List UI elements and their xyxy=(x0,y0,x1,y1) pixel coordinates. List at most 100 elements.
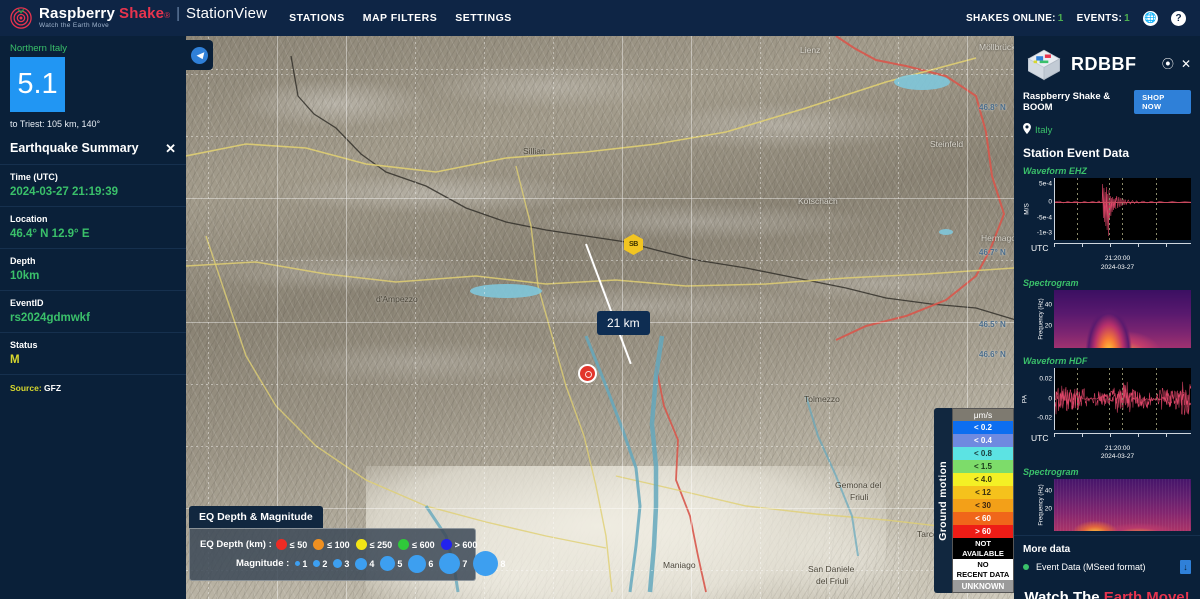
chart-plot-spectrogram-hdf xyxy=(1054,479,1191,532)
chart-plot-spectrogram-ehz xyxy=(1054,289,1191,348)
ground-motion-scale: μm/s < 0.2 < 0.4 < 0.8 < 1.5 < 4.0 < 12 < 30 < … xyxy=(952,408,1014,593)
chart-ylabel-ehz: M/S xyxy=(1023,203,1031,215)
station-detail-panel: RDBBF ⦿ ✕ Raspberry Shake & BOOM SHOP NO… xyxy=(1014,36,1200,599)
ground-motion-scale-cell: < 12 xyxy=(952,486,1014,499)
main-nav: STATIONS MAP FILTERS SETTINGS xyxy=(289,12,512,24)
station-product-name: Raspberry Shake & BOOM xyxy=(1023,91,1111,113)
earthquake-summary-header: Earthquake Summary ✕ xyxy=(0,137,186,164)
chart-plot-ehz xyxy=(1054,178,1191,240)
brand-logo[interactable]: Raspberry Shake ® | StationView Watch the… xyxy=(10,6,267,30)
map-canvas[interactable]: LienzMöllbrückeSeebodenSpittal an derDra… xyxy=(186,36,1014,599)
earthquake-epicenter-marker[interactable] xyxy=(578,364,597,383)
ground-motion-legend: Ground motion μm/s < 0.2 < 0.4 < 0.8 < 1.5 <… xyxy=(934,408,1014,593)
magnitude-legend-label: 1 xyxy=(302,558,308,569)
station-country: Italy xyxy=(1035,124,1053,136)
locate-station-icon[interactable]: ⦿ xyxy=(1162,58,1174,70)
magnitude-legend-label: 7 xyxy=(462,558,468,569)
event-data-label: Event Data (MSeed format) xyxy=(1036,562,1146,573)
nav-settings[interactable]: SETTINGS xyxy=(455,12,512,24)
station-marker-sb[interactable]: SB xyxy=(624,234,643,255)
ground-motion-scale-cell: < 30 xyxy=(952,499,1014,512)
ground-motion-scale-cell: < 0.4 xyxy=(952,434,1014,447)
magnitude-legend-dot xyxy=(333,559,343,568)
time-value: 2024-03-27 21:19:39 xyxy=(10,186,119,198)
chart-xstamp-date-hdf: 2024-03-27 xyxy=(1100,453,1135,461)
chevron-left-icon: ◀ xyxy=(191,46,208,64)
ground-motion-label-text: Ground motion xyxy=(937,460,949,541)
events-status: EVENTS: 1 xyxy=(1077,13,1130,24)
footer-text-white: Watch The xyxy=(1024,589,1104,599)
chart-ylabel-spec-ehz: Frequency (Hz) xyxy=(1038,297,1045,340)
station-header-actions: ⦿ ✕ xyxy=(1162,58,1191,70)
eq-legend-title: EQ Depth & Magnitude xyxy=(189,506,323,528)
status-dot-icon xyxy=(1023,564,1029,571)
footer-text-red: Earth Move! xyxy=(1103,589,1190,599)
ground-motion-cells: < 0.2 < 0.4 < 0.8 < 1.5 < 4.0 < 12 < 30 < 60 > 6… xyxy=(952,421,1014,593)
close-icon[interactable]: ✕ xyxy=(1181,58,1191,70)
magnitude-legend-label: 8 xyxy=(500,558,506,569)
magnitude-legend-label: 5 xyxy=(397,558,403,569)
magnitude-legend-dot xyxy=(408,554,427,573)
map-coordinate-label: 46.5° N xyxy=(979,320,1006,329)
shop-now-button[interactable]: SHOP NOW xyxy=(1134,90,1191,114)
magnitude-legend-label: 2 xyxy=(322,558,328,569)
map-coordinate-label: 46.6° N xyxy=(979,350,1006,359)
eq-legend-body: EQ Depth (km) : ≤ 50 ≤ 100 ≤ 250 ≤ 600 > 600… xyxy=(189,528,505,581)
raspberry-shake-device-icon xyxy=(1023,45,1065,83)
map-coordinate-label: 46.7° N xyxy=(979,248,1006,257)
summary-row-eventid: EventID rs2024gdmwkf xyxy=(0,290,186,332)
more-data-title: More data xyxy=(1014,535,1200,560)
brand-shake: Shake xyxy=(119,5,165,23)
depth-legend-dot xyxy=(355,539,367,550)
map-coordinate-label: 46.8° N xyxy=(979,103,1006,112)
ground-motion-status-cell: NOT AVAILABLE xyxy=(952,538,1014,559)
depth-legend-dot xyxy=(398,539,410,550)
station-code: RDBBF xyxy=(1071,53,1137,74)
station-event-data-title: Station Event Data xyxy=(1023,146,1130,160)
chart-title-spectrogram-ehz: Spectrogram xyxy=(1023,277,1079,288)
chart-yticks-spec-hdf: 40 20 xyxy=(1044,487,1052,513)
summary-row-location: Location 46.4° N 12.9° E xyxy=(0,206,186,248)
magnitude-legend-dot xyxy=(380,556,396,571)
chart-spectrogram-hdf[interactable]: Frequency (Hz) 40 20 xyxy=(1023,479,1191,532)
location-label: Location xyxy=(10,214,48,224)
shakes-online-status: SHAKES ONLINE: 1 xyxy=(966,13,1064,24)
shakes-online-count: 1 xyxy=(1057,12,1064,24)
globe-icon[interactable]: 🌐 xyxy=(1143,10,1158,26)
top-navigation-bar: Raspberry Shake ® | StationView Watch the… xyxy=(0,0,1200,36)
download-file-icon[interactable] xyxy=(1180,560,1191,575)
location-pin-icon xyxy=(1023,123,1031,137)
chart-waveform-hdf[interactable]: PA 0.02 0 -0.02 xyxy=(1022,367,1191,430)
summary-row-depth: Depth 10km xyxy=(0,248,186,290)
depth-legend-label: ≤ 600 xyxy=(412,539,435,550)
ground-motion-scale-cell: < 4.0 xyxy=(952,473,1014,486)
ground-motion-scale-cell: < 60 xyxy=(952,512,1014,525)
brand-raspberry: Raspberry xyxy=(39,5,116,23)
nav-stations[interactable]: STATIONS xyxy=(289,12,345,24)
station-marker-label: SB xyxy=(624,234,643,255)
depth-legend-label: ≤ 50 xyxy=(289,539,308,550)
header-status-area: SHAKES ONLINE: 1 EVENTS: 1 🌐 ? xyxy=(966,10,1190,26)
eq-magnitude-caption: Magnitude : xyxy=(236,558,290,569)
chart-xstamp-ehz: 21:20:00 2024-03-27 xyxy=(1044,255,1191,273)
shakes-online-label: SHAKES ONLINE: xyxy=(966,12,1056,24)
help-icon[interactable]: ? xyxy=(1171,10,1186,26)
chart-title-waveform-ehz: Waveform EHZ xyxy=(1023,166,1087,176)
more-data-item-event-data[interactable]: Event Data (MSeed format) xyxy=(1014,560,1200,580)
depth-label: Depth xyxy=(10,256,36,266)
chart-xstamp-hdf: 21:20:00 2024-03-27 xyxy=(1044,445,1191,463)
close-icon[interactable]: ✕ xyxy=(165,142,176,155)
collapse-left-panel-button[interactable]: ◀ xyxy=(186,40,213,70)
station-header: RDBBF ⦿ ✕ xyxy=(1014,36,1200,90)
location-value: 46.4° N 12.9° E xyxy=(10,228,90,240)
magnitude-legend-dot xyxy=(355,557,368,570)
chart-yticks-hdf: 0.02 0 -0.02 xyxy=(1037,375,1052,422)
eventid-label: EventID xyxy=(10,298,44,308)
chart-xstamp-time-hdf: 21:20:00 xyxy=(1104,444,1131,452)
source-value: GFZ xyxy=(44,383,62,393)
chart-waveform-ehz[interactable]: M/S 5e-4 0 -5e-4 -1e-3 xyxy=(1023,178,1191,240)
events-count: 1 xyxy=(1124,12,1130,24)
source-row: Source: GFZ xyxy=(0,374,186,401)
chart-spectrogram-ehz[interactable]: Frequency (Hz) 40 20 xyxy=(1023,289,1191,348)
nav-map-filters[interactable]: MAP FILTERS xyxy=(363,12,438,24)
